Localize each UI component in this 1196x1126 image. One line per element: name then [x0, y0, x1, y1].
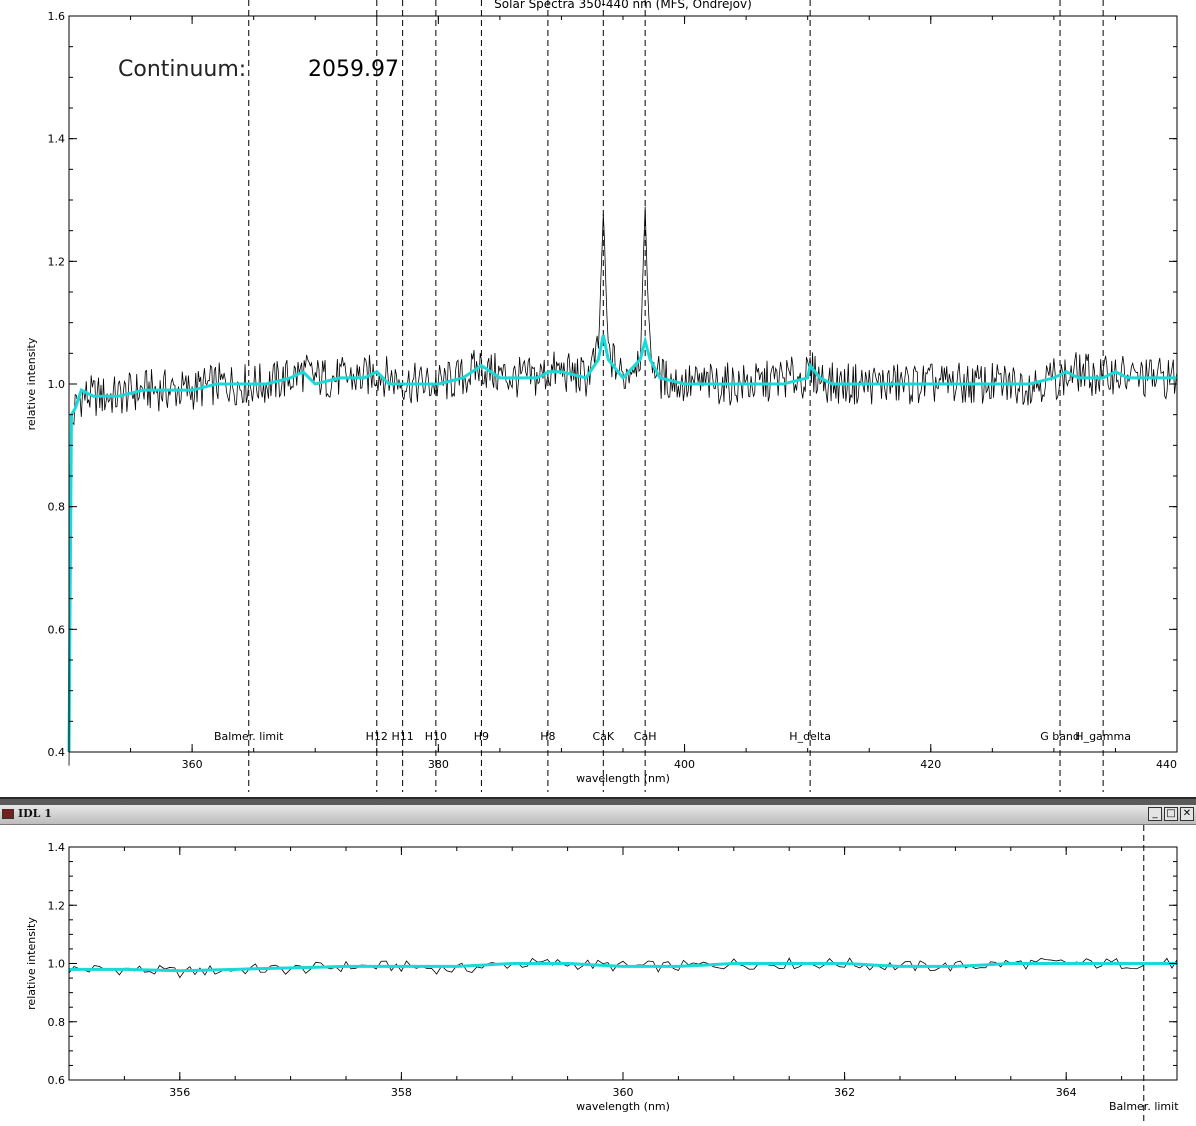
spectral-line-label: H_gamma	[1075, 730, 1131, 743]
y-tick-label: 1.6	[48, 10, 66, 23]
spectral-line-label: G band	[1040, 730, 1080, 743]
idl-app-icon	[2, 809, 14, 819]
x-tick-label: 380	[428, 758, 449, 771]
y-tick-label: 1.0	[48, 958, 66, 971]
close-button[interactable]: ✕	[1180, 807, 1194, 821]
spectral-line-label: H9	[474, 730, 489, 743]
x-tick-label: 356	[169, 1086, 190, 1099]
spectral-line-label: H8	[540, 730, 555, 743]
minimize-button[interactable]: _	[1148, 807, 1162, 821]
x-tick-label: 440	[1156, 758, 1177, 771]
x-axis-label: wavelength (nm)	[576, 1100, 670, 1113]
spectral-line-label: CaH	[634, 730, 657, 743]
zoom-plot-window: Balmer. limit 356 358 360 362 364 0.6 0.8 1.0 1.2…	[0, 825, 1196, 1122]
spectral-line-label: Balmer. limit	[214, 730, 284, 743]
window-controls: _ □ ✕	[1148, 807, 1194, 821]
main-plot-window: Solar Spectra 350-440 nm (MFS, Ondrejov)…	[0, 0, 1196, 797]
y-tick-label: 1.2	[48, 255, 66, 268]
maximize-button[interactable]: □	[1164, 807, 1178, 821]
spectral-line-label: H10	[425, 730, 447, 743]
y-tick-label: 0.4	[48, 746, 66, 759]
x-tick-label: 420	[920, 758, 941, 771]
y-axis-label: relative intensity	[25, 917, 38, 1010]
spectral-line-label: Balmer. limit	[1109, 1100, 1179, 1113]
y-axis-label: relative intensity	[25, 337, 38, 430]
spectral-line-label: H_delta	[789, 730, 831, 743]
x-tick-label: 358	[391, 1086, 412, 1099]
y-tick-label: 0.6	[48, 1074, 66, 1087]
y-tick-label: 0.6	[48, 623, 66, 636]
chart-title: Solar Spectra 350-440 nm (MFS, Ondrejov)	[494, 0, 752, 11]
y-tick-label: 1.4	[48, 133, 66, 146]
spectral-line-label: H12	[366, 730, 388, 743]
x-tick-label: 364	[1056, 1086, 1077, 1099]
x-tick-label: 360	[613, 1086, 634, 1099]
x-tick-label: 362	[834, 1086, 855, 1099]
zoom-spectrum-chart: Balmer. limit 356 358 360 362 364 0.6 0.8 1.0 1.2…	[25, 825, 1179, 1122]
window-separator	[0, 797, 1196, 805]
continuum-value: 2059.97	[308, 57, 399, 82]
y-tick-label: 0.8	[48, 1016, 66, 1029]
y-tick-label: 1.4	[48, 841, 66, 854]
observed-spectrum-line	[68, 206, 1178, 766]
main-spectrum-chart: Solar Spectra 350-440 nm (MFS, Ondrejov)…	[25, 0, 1178, 792]
continuum-label: Continuum:	[118, 57, 246, 82]
y-tick-label: 1.2	[48, 899, 66, 912]
idl-window-title: IDL 1	[18, 807, 52, 820]
spectral-line-label: CaK	[592, 730, 614, 743]
x-tick-label: 360	[182, 758, 203, 771]
y-tick-label: 0.8	[48, 501, 66, 514]
spectral-line-label: H11	[391, 730, 413, 743]
idl-window-titlebar[interactable]: IDL 1 _ □ ✕	[0, 805, 1196, 825]
x-axis-label: wavelength (nm)	[576, 772, 670, 785]
y-tick-label: 1.0	[48, 378, 66, 391]
smoothed-spectrum-line	[69, 962, 1177, 973]
x-tick-label: 400	[674, 758, 695, 771]
